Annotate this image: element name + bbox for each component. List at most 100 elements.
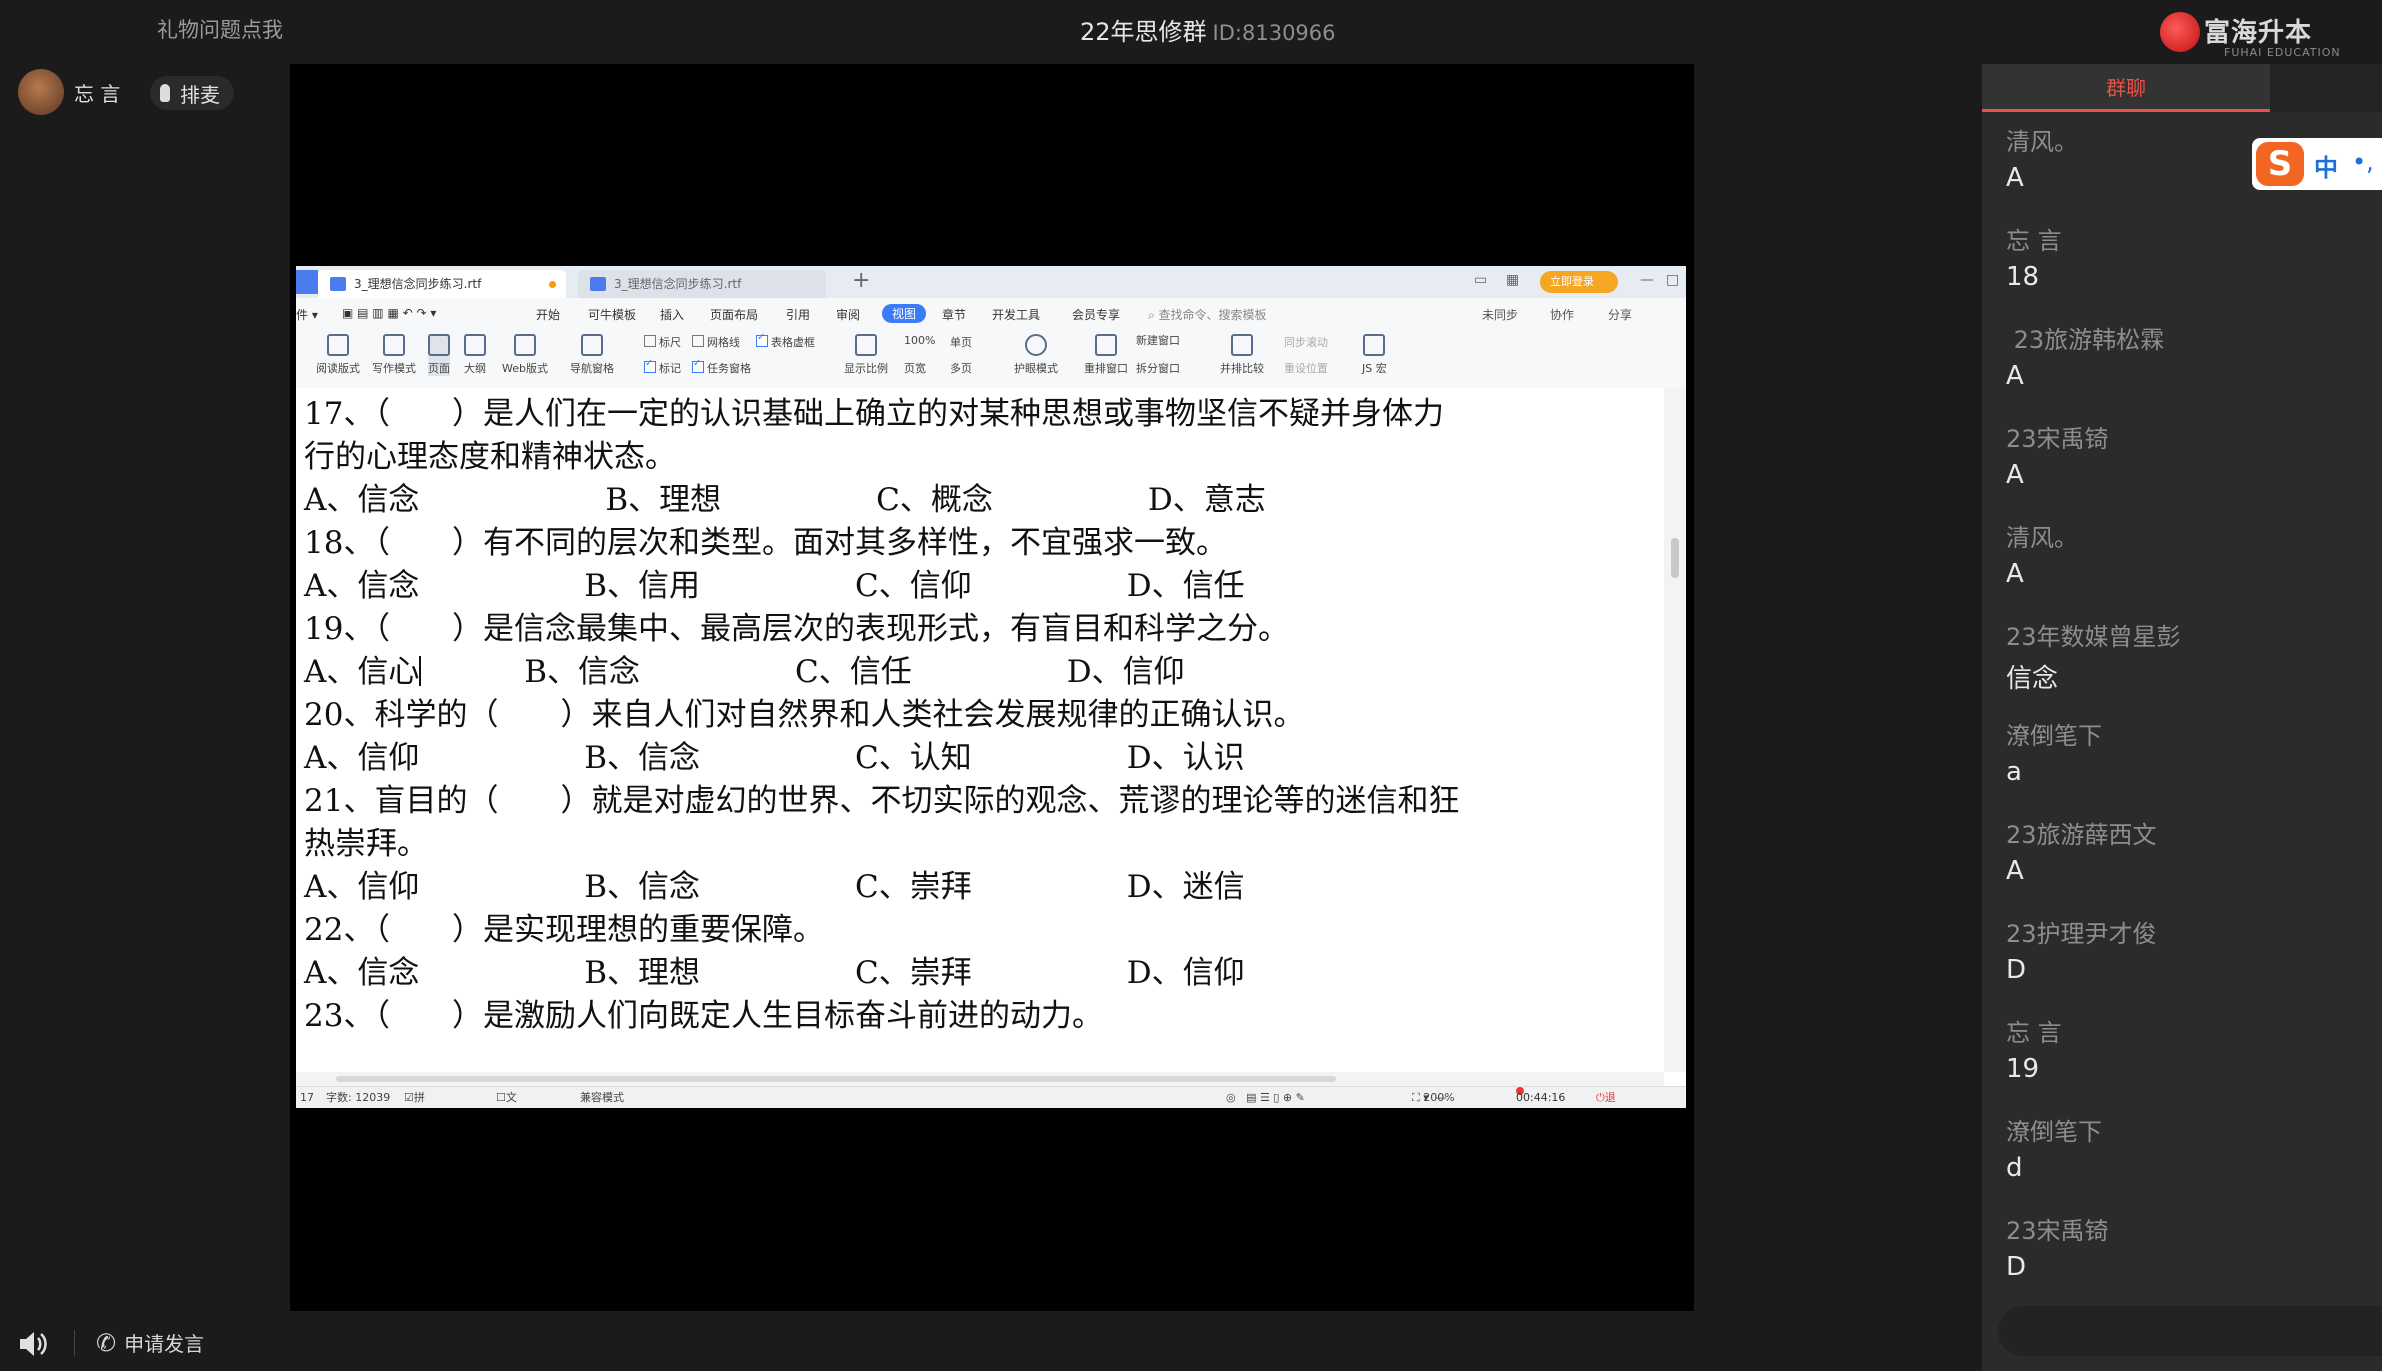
zoom-100-button[interactable]: 100% [904,334,935,347]
share-button[interactable]: 分享 [1608,306,1632,323]
doc-check[interactable]: ☐ 文档校对 [496,1087,517,1108]
web-view-button[interactable]: Web版式 [502,334,548,376]
menu-template[interactable]: 可牛模板 [588,306,636,323]
nav-pane-icon [581,334,603,356]
scroll-thumb[interactable] [336,1076,1336,1082]
chat-username: 清风。 [2006,128,2078,156]
chat-username: 忘 言 [2006,227,2062,255]
doc-line: 19、（ ）是信念最集中、最高层次的表现形式，有盲目和科学之分。 [304,611,1289,647]
maximize-icon[interactable]: □ [1666,272,1679,288]
wps-status-bar: 17 字数: 12039 ☑ 拼写检查 ☐ 文档校对 兼容模式 ◎ ▤ ☰ ▯ … [296,1086,1686,1108]
ime-toolbar[interactable]: S 中 •, [2252,138,2382,190]
menu-chapter[interactable]: 章节 [942,306,966,323]
doc-line-start: A、信心 [304,654,420,690]
ruler-checkbox[interactable]: 标尺 [644,334,681,350]
page-width-label: 页宽 [904,362,926,375]
reset-position-button[interactable]: 重设位置 [1284,360,1328,376]
table-frame-checkbox[interactable]: 表格虚框 [756,332,815,350]
doc-line-with-caret: A、信心 B、信念 C、信任 D、信仰 [304,646,1185,691]
tab-group-chat[interactable]: 群聊 [1982,64,2270,112]
eye-protect-button[interactable]: 护眼模式 [1014,334,1058,376]
word-count[interactable]: 字数: 12039 [326,1087,390,1108]
file-menu-fragment[interactable]: 件 ▾ [296,306,318,323]
nav-pane-button[interactable]: 导航窗格 [570,334,614,376]
single-page-button[interactable]: 单页 [950,334,972,350]
menu-review[interactable]: 审阅 [836,306,860,323]
spell-check[interactable]: ☑ 拼写检查 [404,1087,425,1108]
gift-issue-link[interactable]: 礼物问题点我 [157,14,283,44]
reading-view-button[interactable]: 阅读版式 [316,334,360,376]
exit-share-button[interactable]: ⏻ 退出分享 [1596,1087,1616,1108]
sync-scroll-button[interactable]: 同步滚动 [1284,334,1328,350]
view-mode-icons[interactable]: ◎ ▤ ☰ ▯ ⊕ ✎ [1226,1087,1305,1108]
brand-name: 富海升本 [2204,18,2313,48]
eye-icon [1025,334,1047,356]
mark-label: 标记 [659,362,681,375]
collab-button[interactable]: 协作 [1550,306,1574,323]
menu-view[interactable]: 视图 [882,304,927,323]
doc-icon [590,277,606,291]
ime-punctuation[interactable]: •, [2352,148,2374,176]
multi-page-button[interactable]: 多页 [950,360,972,376]
outline-view-button[interactable]: 大纲 [464,334,486,376]
new-window-button[interactable]: 新建窗口 [1136,332,1180,348]
page-width-button[interactable]: 页宽 [904,360,926,376]
apply-speak-button[interactable]: ✆ 申请发言 [96,1328,204,1357]
host-avatar[interactable] [18,69,64,115]
chat-input[interactable] [1998,1306,2382,1356]
chat-username: 23宋禹锜 [2006,1217,2109,1245]
chat-text: 18 [2006,262,2040,292]
shared-screen-wps-window: 3_理想信念同步练习.rtf 3_理想信念同步练习.rtf + ▭ ▦ 立即登录… [296,266,1686,1108]
quick-access-icons[interactable]: ▣ ▤ ▥ ▦ ↶ ↷ ▾ [342,306,436,320]
zoom-ratio-button[interactable]: 显示比例 [844,334,888,376]
wps-tab-bar: 3_理想信念同步练习.rtf 3_理想信念同步练习.rtf + ▭ ▦ 立即登录… [296,266,1686,298]
horizontal-scrollbar[interactable] [296,1072,1664,1086]
chat-message: 23旅游韩松霖 A [2006,320,2164,391]
zoom-level[interactable]: ⛶ 200% ▾ — [1412,1087,1455,1108]
phone-icon: ✆ [96,1328,117,1357]
scroll-thumb[interactable] [1671,538,1679,578]
wps-home-icon[interactable] [296,270,318,294]
menu-reference[interactable]: 引用 [786,306,810,323]
writing-mode-button[interactable]: 写作模式 [372,334,416,376]
wps-doc-tab-active[interactable]: 3_理想信念同步练习.rtf [318,270,566,298]
ime-chinese-mode[interactable]: 中 [2314,148,2338,183]
chat-username: 潦倒笔下 [2006,1118,2102,1146]
doc-line: A、信念 B、信用 C、信仰 D、信任 [304,568,1245,604]
document-page[interactable]: 17、（ ）是人们在一定的认识基础上确立的对某种思想或事物坚信不疑并身体力 行的… [296,388,1664,1072]
chat-panel: 群聊 清风。 A 忘 言 18 23旅游韩松霖 A 23宋禹锜 A 清风。 A 23年数媒… [1982,64,2382,1371]
checkbox-checked-icon [644,358,656,373]
menu-member[interactable]: 会员专享 [1072,306,1120,323]
host-info[interactable]: 忘 言 [18,68,120,116]
chat-text: A [2006,163,2024,193]
command-search[interactable]: ⌕ 查找命令、搜索模板 [1148,306,1267,323]
mic-queue-button[interactable]: 排麦 [150,76,234,110]
new-tab-plus-icon[interactable]: + [852,268,870,293]
volume-icon[interactable] [18,1330,48,1362]
side-compare-button[interactable]: 并排比较 [1220,334,1264,376]
minimize-icon[interactable]: — [1640,272,1654,288]
page-view-button[interactable]: 页面 [428,334,450,376]
js-macro-label: JS 宏 [1362,362,1387,375]
vertical-scrollbar[interactable] [1664,388,1686,1072]
login-button[interactable]: 立即登录 [1540,271,1618,293]
tab-secondary[interactable] [2270,64,2382,112]
doc-line: 21、盲目的（ ）就是对虚幻的世界、不切实际的观念、荒谬的理论等的迷信和狂 [304,783,1460,819]
gridline-checkbox[interactable]: 网格线 [692,334,740,350]
menu-dev-tools[interactable]: 开发工具 [992,306,1040,323]
doc-line: 23、（ ）是激励人们向既定人生目标奋斗前进的动力。 [304,998,1103,1034]
layout-icon[interactable]: ▭ [1474,272,1487,288]
menu-insert[interactable]: 插入 [660,306,684,323]
menu-start[interactable]: 开始 [536,306,560,323]
arrange-window-button[interactable]: 重排窗口 [1084,334,1128,376]
mark-checkbox[interactable]: 标记 [644,358,681,376]
sogou-ime-icon[interactable]: S [2256,142,2304,186]
task-pane-checkbox[interactable]: 任务窗格 [692,358,751,376]
apps-grid-icon[interactable]: ▦ [1506,272,1519,288]
sync-status[interactable]: 未同步 [1482,306,1518,323]
ruler-label: 标尺 [659,336,681,349]
menu-page-layout[interactable]: 页面布局 [710,306,758,323]
split-window-button[interactable]: 拆分窗口 [1136,360,1180,376]
wps-doc-tab[interactable]: 3_理想信念同步练习.rtf [578,270,826,298]
js-macro-button[interactable]: JS 宏 [1362,334,1387,376]
